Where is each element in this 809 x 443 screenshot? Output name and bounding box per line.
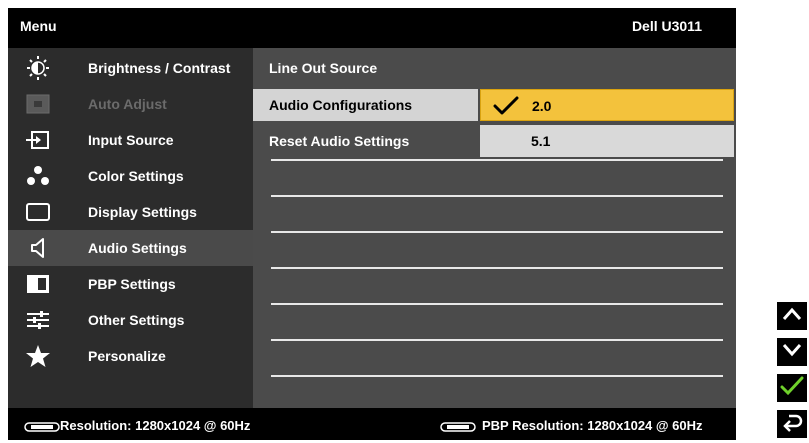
sidebar-item-personalize[interactable]: Personalize [8,338,253,374]
sidebar-item-brightness-contrast[interactable]: Brightness / Contrast [8,50,253,86]
divider [271,231,723,233]
sidebar: Brightness / Contrast Auto Adjust Input … [8,48,253,408]
sidebar-item-display-settings[interactable]: Display Settings [8,194,253,230]
divider [271,195,723,197]
divider [271,267,723,269]
osd-header: Menu Dell U3011 [8,8,736,45]
input-source-icon [24,128,52,152]
submenu-item-label: Line Out Source [269,60,378,76]
divider [271,375,723,377]
sidebar-item-input-source[interactable]: Input Source [8,122,253,158]
resolution-text: Resolution: 1280x1024 @ 60Hz [60,418,251,433]
submenu-item-reset-audio-settings[interactable]: Reset Audio Settings [253,125,478,157]
sidebar-item-label: Personalize [88,348,166,364]
option-5-1[interactable]: 5.1 [480,125,734,157]
option-label: 2.0 [532,98,552,114]
submenu-item-label: Reset Audio Settings [269,133,410,149]
submenu-item-audio-configurations[interactable]: Audio Configurations [253,89,478,121]
divider [271,339,723,341]
pbp-icon [24,272,52,296]
down-arrow-icon [781,342,803,363]
submenu-panel: Line Out Source Audio Configurations Res… [253,48,736,408]
auto-adjust-icon [24,92,52,116]
sidebar-item-label: Other Settings [88,312,185,328]
sidebar-item-audio-settings[interactable]: Audio Settings [8,230,253,266]
divider [271,159,723,161]
sidebar-item-label: PBP Settings [88,276,176,292]
sidebar-item-other-settings[interactable]: Other Settings [8,302,253,338]
monitor-model: Dell U3011 [631,18,702,34]
sidebar-item-label: Display Settings [88,204,197,220]
menu-title: Menu [20,18,57,34]
star-icon [24,344,52,368]
sidebar-item-label: Brightness / Contrast [88,60,231,76]
option-label: 5.1 [531,133,551,149]
osd-menu: Menu Dell U3011 Brightness / Contrast Au… [8,8,736,440]
display-settings-icon [24,200,52,224]
checkmark-icon [780,376,804,401]
pbp-resolution-text: PBP Resolution: 1280x1024 @ 60Hz [482,418,703,433]
checkmark-icon [493,96,519,116]
down-button[interactable] [777,338,807,366]
divider [271,303,723,305]
sidebar-item-auto-adjust[interactable]: Auto Adjust [8,86,253,122]
up-button[interactable] [777,302,807,330]
back-icon [781,412,803,437]
sliders-icon [24,308,52,332]
sidebar-item-label: Audio Settings [88,240,187,256]
back-button[interactable] [777,410,807,438]
submenu-item-line-out-source[interactable]: Line Out Source [253,52,478,84]
cable-icon [440,420,476,432]
sidebar-item-pbp-settings[interactable]: PBP Settings [8,266,253,302]
sidebar-item-label: Auto Adjust [88,96,167,112]
speaker-icon [24,236,52,260]
sidebar-item-color-settings[interactable]: Color Settings [8,158,253,194]
submenu-item-label: Audio Configurations [269,97,413,113]
up-arrow-icon [781,306,803,327]
cable-icon [24,420,60,432]
sidebar-item-label: Input Source [88,132,174,148]
sidebar-item-label: Color Settings [88,168,184,184]
confirm-button[interactable] [777,374,807,402]
status-bar: Resolution: 1280x1024 @ 60Hz PBP Resolut… [8,410,736,440]
option-2-0[interactable]: 2.0 [480,89,734,121]
brightness-icon [24,56,52,80]
color-settings-icon [24,164,52,188]
